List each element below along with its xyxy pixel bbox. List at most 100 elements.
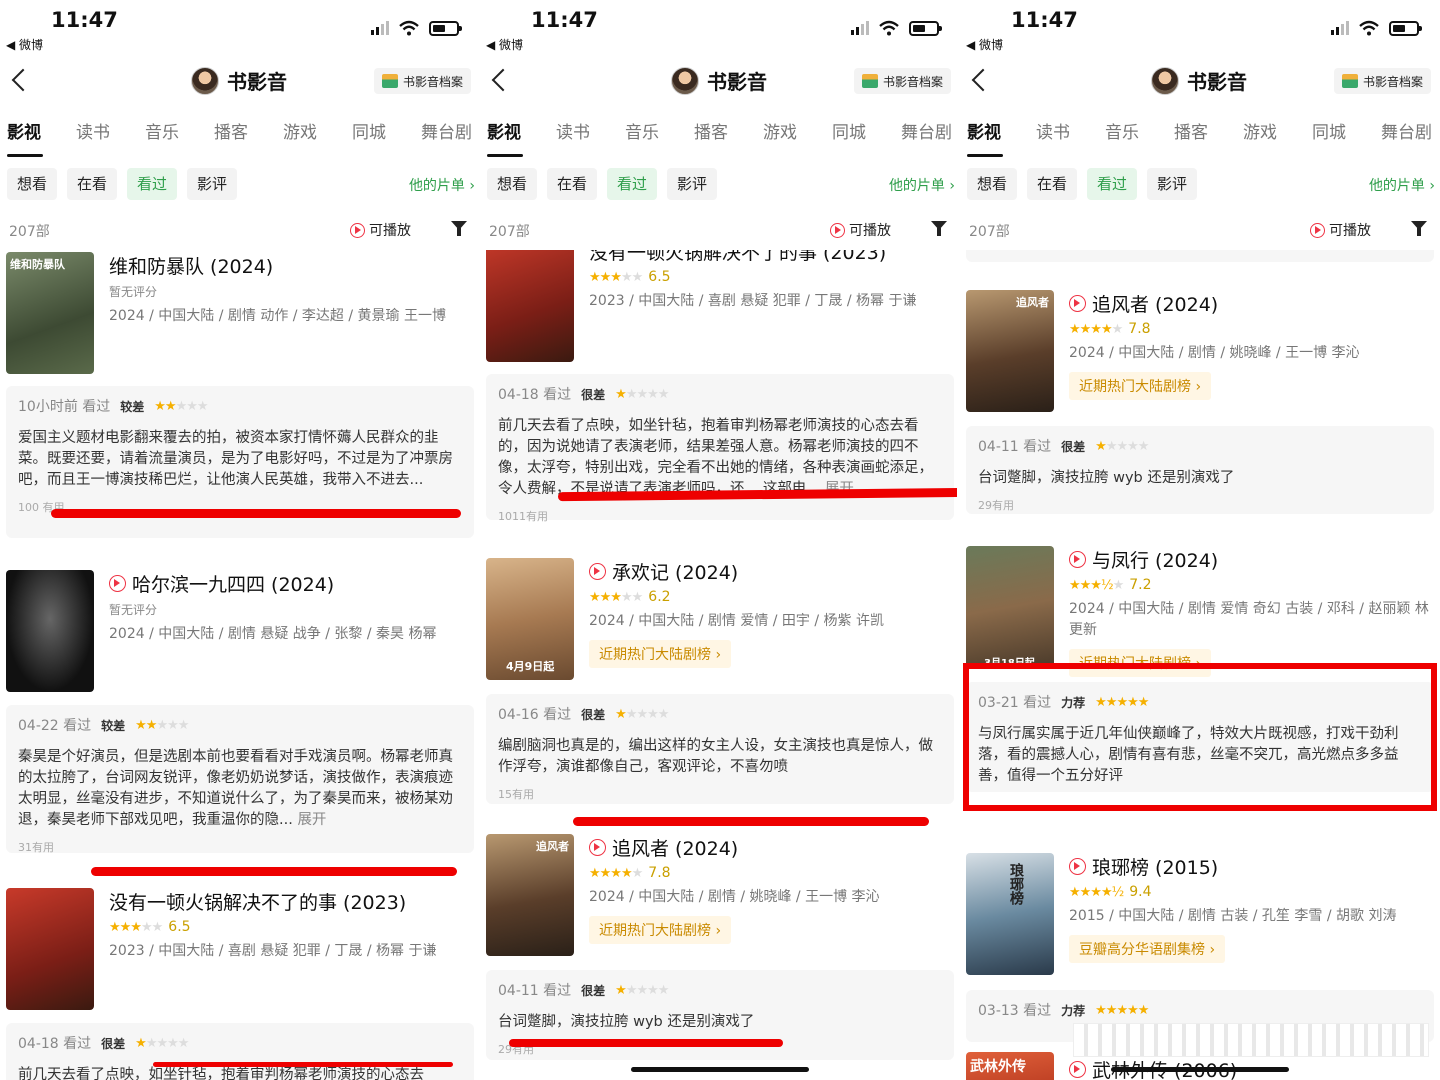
item-meta: 2024 / 中国大陆 / 剧情 悬疑 战争 / 张黎 / 秦昊 杨幂 <box>109 626 437 642</box>
tab-music[interactable]: 音乐 <box>1105 118 1139 143</box>
tab-film[interactable]: 影视 <box>7 118 41 143</box>
watched-list: 没有一顿火锅解决不了的事 (2023) ★★★★★ 6.5 2023 / 中国大陆… <box>483 250 957 1080</box>
review-text: 前几天去看了点映，如坐针毡，抱着审判杨幂老师演技的心态去 <box>18 1067 424 1080</box>
item-title[interactable]: 琅琊榜 (2015) <box>1069 853 1433 880</box>
expand-link[interactable]: 展开 <box>297 812 326 828</box>
wifi-icon <box>879 20 899 36</box>
annotation-underline <box>509 1039 783 1047</box>
tab-local[interactable]: 同城 <box>1312 118 1346 143</box>
archive-button[interactable]: 书影音档案 <box>373 68 471 94</box>
poster-image[interactable] <box>6 570 94 692</box>
poster-image[interactable] <box>486 250 574 362</box>
subtab-watched[interactable]: 看过 <box>607 168 658 200</box>
tab-theater[interactable]: 舞台剧 <box>1381 118 1432 143</box>
star-rating: ★★★★½ <box>1069 884 1124 900</box>
subtab-want[interactable]: 想看 <box>967 168 1018 200</box>
tab-local[interactable]: 同城 <box>352 118 386 143</box>
tab-podcast[interactable]: 播客 <box>694 118 728 143</box>
my-list-link[interactable]: 他的片单 › <box>1369 175 1435 195</box>
item-title[interactable]: 没有一顿火锅解决不了的事 (2023) <box>589 250 953 265</box>
ranking-badge[interactable]: 豆瓣高分华语剧集榜 › <box>1069 935 1226 963</box>
tab-theater[interactable]: 舞台剧 <box>421 118 472 143</box>
play-icon <box>1069 551 1086 568</box>
review-grade: 很差 <box>1061 439 1086 454</box>
star-rating: ★★★★★ <box>154 398 208 414</box>
ranking-badge[interactable]: 近期热门大陆剧榜 › <box>1069 372 1212 400</box>
item-title[interactable]: 追风者 (2024) <box>1069 290 1433 317</box>
poster-image[interactable]: 武林外传 <box>966 1052 1054 1080</box>
avatar[interactable] <box>1151 66 1179 95</box>
item-title[interactable]: 承欢记 (2024) <box>589 558 953 585</box>
filter-icon[interactable] <box>931 220 947 238</box>
item-title[interactable]: 没有一顿火锅解决不了的事 (2023) <box>109 888 473 915</box>
tab-music[interactable]: 音乐 <box>625 118 659 143</box>
back-to-weibo[interactable]: ◀ 微博 <box>6 36 43 53</box>
poster-image[interactable]: 维和防暴队 <box>6 252 94 374</box>
tab-books[interactable]: 读书 <box>1036 118 1070 143</box>
avatar[interactable] <box>191 66 219 95</box>
review-date: 03-13 看过 <box>978 1003 1052 1019</box>
playable-filter[interactable]: 可播放 <box>830 220 891 240</box>
tab-games[interactable]: 游戏 <box>1243 118 1277 143</box>
subtab-reviews[interactable]: 影评 <box>667 168 718 200</box>
subtab-watched[interactable]: 看过 <box>127 168 178 200</box>
playable-filter[interactable]: 可播放 <box>1310 220 1371 240</box>
poster-image[interactable]: 琅琊榜 <box>966 853 1054 975</box>
archive-button[interactable]: 书影音档案 <box>853 68 951 94</box>
subtab-reviews[interactable]: 影评 <box>1147 168 1198 200</box>
tab-games[interactable]: 游戏 <box>763 118 797 143</box>
play-icon <box>589 839 606 856</box>
back-arrow-icon[interactable] <box>971 64 991 94</box>
annotation-strike <box>153 1062 453 1067</box>
back-arrow-icon[interactable] <box>491 64 511 94</box>
archive-button[interactable]: 书影音档案 <box>1333 68 1431 94</box>
poster-image[interactable] <box>6 888 94 1010</box>
item-title[interactable]: 维和防暴队 (2024) <box>109 252 473 279</box>
ranking-badge[interactable]: 近期热门大陆剧榜 › <box>589 916 732 944</box>
poster-caption: 4月9日起 <box>506 660 555 673</box>
status-subtabs: 想看 在看 看过 影评 他的片单 › <box>483 168 957 200</box>
nav-title: 书影音 <box>191 66 287 95</box>
tab-books[interactable]: 读书 <box>556 118 590 143</box>
item-title[interactable]: 追风者 (2024) <box>589 834 953 861</box>
subtab-watching[interactable]: 在看 <box>1027 168 1078 200</box>
subtab-watching[interactable]: 在看 <box>67 168 118 200</box>
back-arrow-icon[interactable] <box>11 64 31 94</box>
tab-podcast[interactable]: 播客 <box>1174 118 1208 143</box>
tab-games[interactable]: 游戏 <box>283 118 317 143</box>
tab-local[interactable]: 同城 <box>832 118 866 143</box>
poster-image[interactable]: 4月9日起 <box>486 558 574 680</box>
review-card[interactable]: 04-16 看过 很差 ★★★★★ 编剧脑洞也真是的，编出这样的女主人设，女主演技也… <box>486 694 954 804</box>
subtab-reviews[interactable]: 影评 <box>187 168 238 200</box>
poster-image[interactable]: 追风者 <box>486 834 574 956</box>
tab-podcast[interactable]: 播客 <box>214 118 248 143</box>
poster-image[interactable]: 3月18日起 <box>966 546 1054 668</box>
avatar[interactable] <box>671 66 699 95</box>
review-card[interactable]: 04-22 看过 较差 ★★★★★ 秦昊是个好演员，但是选剧本前也要看看对手戏演员啊… <box>6 705 474 854</box>
ranking-badge[interactable]: 近期热门大陆剧榜 › <box>589 640 732 668</box>
playable-filter[interactable]: 可播放 <box>350 220 411 240</box>
tab-music[interactable]: 音乐 <box>145 118 179 143</box>
subtab-want[interactable]: 想看 <box>7 168 58 200</box>
my-list-link[interactable]: 他的片单 › <box>889 175 955 195</box>
review-card[interactable]: 04-11 看过 很差 ★★★★★ 台词蹩脚，演技拉胯 wyb 还是别演戏了 29有… <box>966 426 1434 514</box>
poster-image[interactable]: 追风者 <box>966 290 1054 412</box>
filter-icon[interactable] <box>1411 220 1427 238</box>
back-to-weibo[interactable]: ◀ 微博 <box>966 36 1003 53</box>
tab-film[interactable]: 影视 <box>487 118 521 143</box>
my-list-link[interactable]: 他的片单 › <box>409 175 475 195</box>
review-card[interactable]: 04-18 看过 很差 ★★★★★ 前几天去看了点映，如坐针毡，抱着审判杨幂老师演技… <box>6 1023 474 1080</box>
item-title[interactable]: 与凤行 (2024) <box>1069 546 1433 573</box>
filter-icon[interactable] <box>451 220 467 238</box>
rating-row: ★★★★★ 6.5 <box>589 269 953 285</box>
playable-label: 可播放 <box>1329 223 1371 239</box>
tab-books[interactable]: 读书 <box>76 118 110 143</box>
subtab-watching[interactable]: 在看 <box>547 168 598 200</box>
rating-row: ★★★★★ 6.2 <box>589 589 953 605</box>
subtab-watched[interactable]: 看过 <box>1087 168 1138 200</box>
back-to-weibo[interactable]: ◀ 微博 <box>486 36 523 53</box>
tab-film[interactable]: 影视 <box>967 118 1001 143</box>
subtab-want[interactable]: 想看 <box>487 168 538 200</box>
item-title[interactable]: 哈尔滨一九四四 (2024) <box>109 570 473 597</box>
tab-theater[interactable]: 舞台剧 <box>901 118 952 143</box>
